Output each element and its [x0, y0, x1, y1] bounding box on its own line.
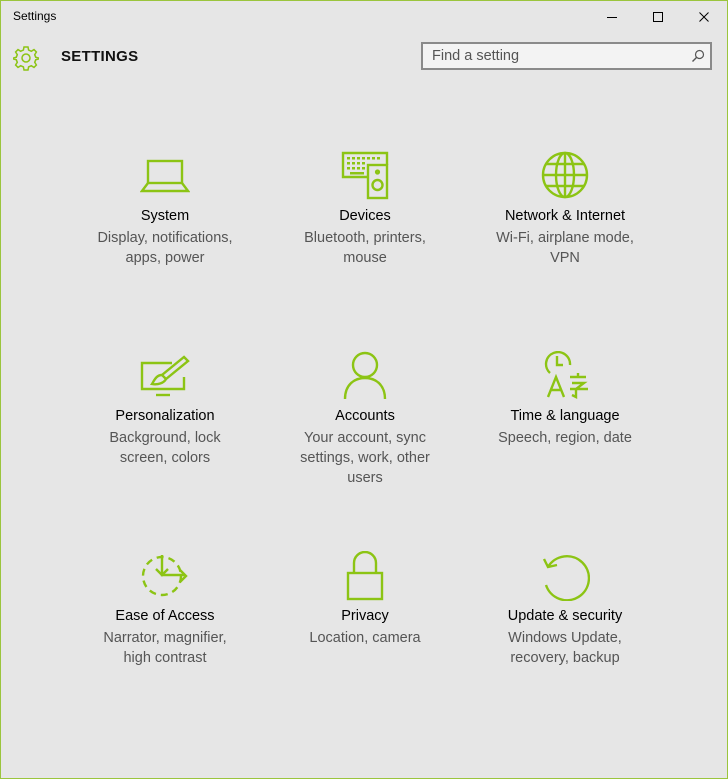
title-bar[interactable]: Settings: [1, 1, 727, 32]
tile-ease-of-access[interactable]: Ease of Access Narrator, magnifier, high…: [80, 551, 250, 731]
tile-label: Network & Internet: [504, 208, 626, 224]
tile-accounts[interactable]: Accounts Your account, sync settings, wo…: [280, 351, 450, 531]
tile-label: Ease of Access: [115, 608, 215, 624]
ease-of-access-icon: [141, 555, 188, 597]
clock-language-icon: [544, 351, 588, 399]
tile-label: Privacy: [341, 608, 389, 624]
search-box[interactable]: [421, 42, 712, 70]
tile-description: Speech, region, date: [498, 430, 632, 446]
search-icon[interactable]: [691, 49, 705, 63]
tile-network[interactable]: Network & Internet Wi-Fi, airplane mode,…: [480, 151, 650, 331]
window-title: Settings: [13, 9, 57, 23]
tile-label: System: [140, 208, 190, 224]
settings-window: Settings SETTINGS System: [0, 0, 728, 779]
close-button[interactable]: [681, 1, 727, 32]
lock-icon: [346, 551, 384, 601]
tile-description: Windows Update, recovery, backup: [508, 630, 622, 666]
tile-description: Narrator, magnifier, high contrast: [103, 630, 227, 666]
tile-label: Time & language: [510, 408, 620, 424]
tile-system[interactable]: System Display, notifications, apps, pow…: [80, 151, 250, 331]
tile-time-language[interactable]: Time & language Speech, region, date: [480, 351, 650, 531]
minimize-button[interactable]: [589, 1, 635, 32]
paintbrush-monitor-icon: [140, 355, 190, 397]
keyboard-speaker-icon: [341, 151, 389, 200]
tile-description: Your account, sync settings, work, other…: [300, 430, 430, 486]
tile-description: Wi-Fi, airplane mode, VPN: [496, 230, 634, 266]
tile-description: Display, notifications, apps, power: [97, 230, 233, 266]
refresh-icon: [542, 555, 590, 601]
tile-label: Accounts: [335, 408, 395, 424]
laptop-icon: [140, 159, 190, 193]
page-title: SETTINGS: [61, 48, 139, 65]
tile-privacy[interactable]: Privacy Location, camera: [280, 551, 450, 731]
gear-icon: [13, 46, 39, 71]
tile-devices[interactable]: Devices Bluetooth, printers, mouse: [280, 151, 450, 331]
tile-description: Location, camera: [309, 630, 421, 646]
globe-icon: [541, 151, 589, 199]
tile-personalization[interactable]: Personalization Background, lock screen,…: [80, 351, 250, 531]
tile-label: Devices: [339, 208, 391, 224]
tile-label: Personalization: [115, 408, 215, 424]
search-input[interactable]: [423, 44, 692, 68]
minimize-icon: [607, 17, 617, 18]
close-icon: [699, 12, 709, 22]
tile-label: Update & security: [507, 608, 623, 624]
maximize-button[interactable]: [635, 1, 681, 32]
maximize-icon: [653, 12, 663, 22]
person-icon: [343, 351, 387, 400]
tile-description: Bluetooth, printers, mouse: [304, 230, 426, 266]
tile-description: Background, lock screen, colors: [109, 430, 221, 466]
tile-update-security[interactable]: Update & security Windows Update, recove…: [480, 551, 650, 731]
